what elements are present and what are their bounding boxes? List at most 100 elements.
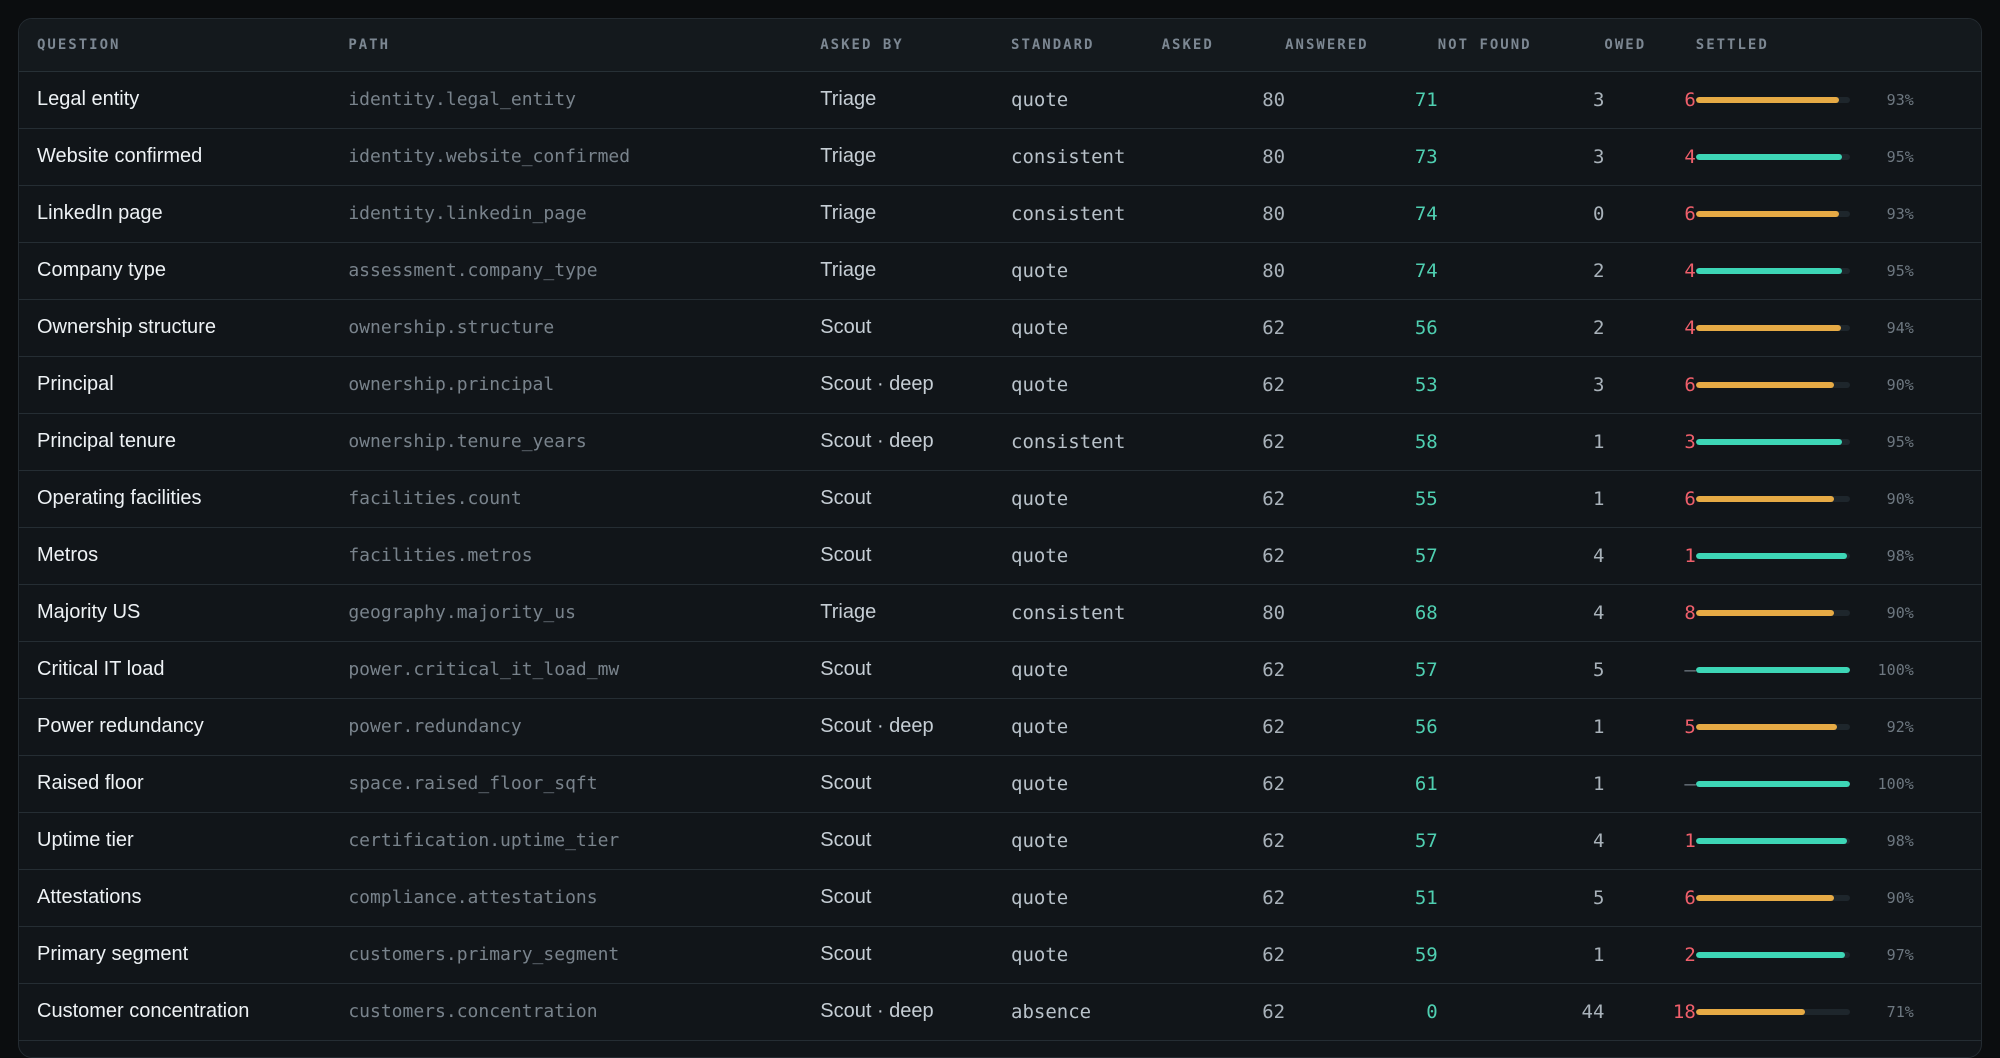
standard-cell: absence [1011,1000,1092,1023]
path-cell: identity.legal_entity [348,89,576,110]
question-cell: Principal [37,373,114,395]
column-header-asked-by[interactable]: ASKED BY [820,19,1012,72]
settled-meter: 94% [1695,319,1981,337]
settled-cell: 97% [1695,926,1981,983]
not-found-cell: 3 [1592,145,1605,168]
settled-cell: 90% [1695,869,1981,926]
question-cell: Customer concentration [37,1000,250,1022]
settled-meter: 93% [1695,91,1981,109]
question-cell: Attestations [37,886,142,908]
table-row[interactable]: Legal entity identity.legal_entity Triag… [19,71,1981,128]
settled-progress-fill [1695,324,1841,331]
owed-cell: 4 [1684,316,1696,339]
settled-progress-fill [1695,495,1835,502]
path-cell: assessment.company_type [348,260,598,281]
not-found-cell: 1 [1592,487,1605,510]
question-cell: Principal tenure [37,430,176,452]
answered-cell: 56 [1414,715,1438,738]
settled-cell: 100% [1695,641,1981,698]
answered-cell: 0 [1426,1000,1438,1023]
settled-meter: 90% [1695,375,1981,394]
asked-by-cell: Scout · deep [820,430,934,452]
settled-cell: 93% [1695,71,1981,128]
settled-progress-bar [1695,723,1850,730]
asked-cell: 80 [1262,259,1286,282]
path-cell: ownership.tenure_years [348,431,587,452]
column-header-owed[interactable]: OWED [1604,19,1696,72]
table-row[interactable]: Metros facilities.metros Scout quote 62 … [19,527,1981,584]
table-header: QUESTION PATH ASKED BY STANDARD ASKED AN… [19,19,1981,72]
answered-cell: 68 [1414,601,1438,624]
settled-meter: 93% [1695,205,1981,223]
settled-meter: 95% [1695,148,1981,166]
question-cell: Operating facilities [37,487,202,509]
not-found-cell: 4 [1592,601,1605,624]
column-header-answered[interactable]: ANSWERED [1285,19,1438,72]
settled-progress-bar [1695,210,1850,217]
column-header-path[interactable]: PATH [348,19,821,72]
asked-by-cell: Scout [820,886,872,908]
settled-progress-fill [1695,438,1843,445]
table-row[interactable]: Ownership structure ownership.structure … [19,299,1981,356]
question-cell: Majority US [37,601,141,623]
asked-cell: 80 [1262,145,1286,168]
answered-cell: 71 [1414,88,1438,111]
column-header-standard[interactable]: STANDARD [1011,19,1162,72]
settled-percent: 90% [1886,489,1914,508]
table-body: Legal entity identity.legal_entity Triag… [19,71,1981,1040]
column-header-settled[interactable]: SETTLED [1695,19,1981,72]
standard-cell: quote [1011,886,1069,909]
asked-by-cell: Scout [820,487,872,509]
table-row[interactable]: Principal tenure ownership.tenure_years … [19,413,1981,470]
table-row[interactable]: Principal ownership.principal Scout · de… [19,356,1981,413]
path-cell: power.critical_it_load_mw [348,659,620,680]
table-row[interactable]: Customer concentration customers.concent… [19,983,1981,1040]
table-row[interactable]: Website confirmed identity.website_confi… [19,128,1981,185]
path-cell: customers.concentration [348,1001,598,1022]
settled-cell: 95% [1695,413,1981,470]
settled-progress-bar [1695,780,1850,787]
table-row[interactable]: Attestations compliance.attestations Sco… [19,869,1981,926]
answered-cell: 56 [1414,316,1438,339]
settled-percent: 100% [1877,774,1914,793]
answered-cell: 59 [1414,943,1438,966]
table-row[interactable]: Company type assessment.company_type Tri… [19,242,1981,299]
table-row[interactable]: Raised floor space.raised_floor_sqft Sco… [19,755,1981,812]
settled-percent: 90% [1886,375,1914,394]
table-row[interactable]: Operating facilities facilities.count Sc… [19,470,1981,527]
settled-meter: 98% [1695,547,1981,565]
settled-cell: 92% [1695,698,1981,755]
table-row[interactable]: Critical IT load power.critical_it_load_… [19,641,1981,698]
column-header-question[interactable]: QUESTION [19,19,349,72]
settled-progress-fill [1695,894,1835,901]
asked-by-cell: Triage [820,88,877,110]
column-header-asked[interactable]: ASKED [1161,19,1286,72]
not-found-cell: 5 [1592,886,1605,909]
settled-progress-fill [1695,780,1850,787]
asked-by-cell: Scout · deep [820,1000,934,1022]
settled-progress-fill [1695,153,1843,160]
question-cell: Raised floor [37,772,144,794]
table-row[interactable]: Primary segment customers.primary_segmen… [19,926,1981,983]
settled-percent: 95% [1886,261,1914,280]
not-found-cell: 5 [1592,658,1605,681]
path-cell: ownership.principal [348,374,555,395]
asked-by-cell: Triage [820,601,877,623]
asked-by-cell: Scout · deep [820,715,934,737]
table-row[interactable]: LinkedIn page identity.linkedin_page Tri… [19,185,1981,242]
table-row[interactable]: Power redundancy power.redundancy Scout … [19,698,1981,755]
answered-cell: 61 [1414,772,1438,795]
settled-percent: 90% [1886,603,1914,622]
settled-progress-fill [1695,1008,1806,1015]
table-row[interactable]: Majority US geography.majority_us Triage… [19,584,1981,641]
not-found-cell: 2 [1592,316,1605,339]
settled-meter: 100% [1695,774,1981,793]
table-row[interactable]: Uptime tier certification.uptime_tier Sc… [19,812,1981,869]
settled-progress-bar [1695,609,1850,616]
question-cell: Metros [37,544,99,566]
settled-cell: 95% [1695,128,1981,185]
asked-cell: 62 [1262,772,1286,795]
column-header-not-found[interactable]: NOT FOUND [1437,19,1605,72]
asked-cell: 62 [1262,544,1286,567]
asked-by-cell: Scout [820,772,872,794]
